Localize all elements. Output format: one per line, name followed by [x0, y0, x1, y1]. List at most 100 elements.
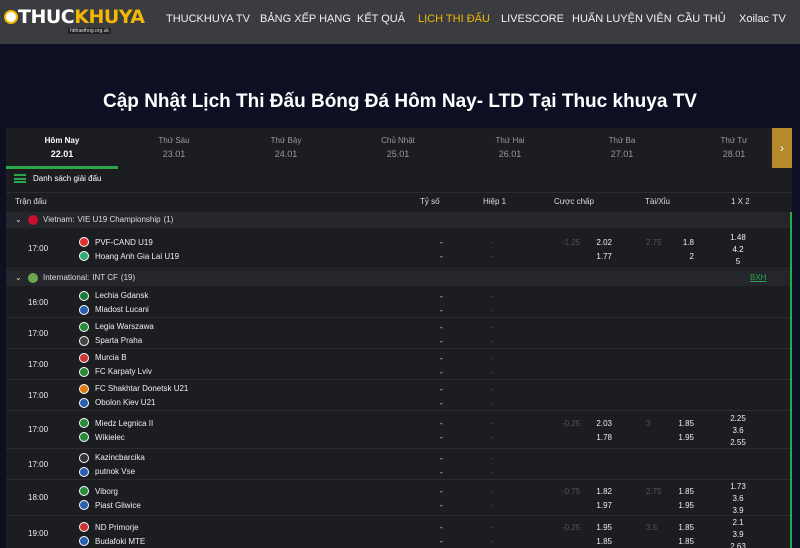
over-odds[interactable]: 1.85 [678, 419, 694, 428]
odds-x1[interactable]: 1.73 [728, 482, 748, 491]
home-team[interactable]: Viborg [79, 486, 118, 496]
handicap-odds-away[interactable]: 1.97 [596, 501, 612, 510]
over-odds[interactable]: 1.85 [678, 487, 694, 496]
day-tab-saturday[interactable]: Thứ Bảy 24.01 [230, 128, 342, 168]
match-row[interactable]: 16:00 Lechia Gdansk - - Mladost Lucani - - [6, 287, 792, 318]
team-name: Legia Warszawa [95, 322, 154, 331]
home-team[interactable]: Murcia B [79, 352, 127, 363]
match-row[interactable]: 17:00 PVF-CAND U19 - - Hoang Anh Gia Lai U19… [6, 229, 792, 269]
away-team[interactable]: Hoang Anh Gia Lai U19 [79, 251, 179, 261]
site-logo[interactable]: THUCKHUYA hbhaethog.org.uk [4, 6, 145, 38]
team-logo-icon [79, 486, 89, 496]
match-row[interactable]: 19:00 ND Primorje - - Budafoki MTE - - -0.25 1.9… [6, 516, 792, 548]
home-team[interactable]: PVF-CAND U19 [79, 237, 153, 247]
odds-xx[interactable]: 3.6 [728, 426, 748, 435]
handicap-odds-away[interactable]: 1.85 [596, 537, 612, 546]
home-team[interactable]: Kazincbarcika [79, 452, 145, 463]
match-row[interactable]: 17:00 Miedz Legnica II - - Wikielec - - -0.25 2.… [6, 411, 792, 449]
away-team[interactable]: Mladost Lucani [79, 304, 149, 315]
odds-xx[interactable]: 3.6 [728, 494, 748, 503]
team-logo-icon [79, 432, 89, 442]
odds-x2[interactable]: 3.9 [728, 506, 748, 515]
odds-xx[interactable]: 3.9 [728, 530, 748, 539]
match-time: 18:00 [28, 493, 49, 502]
match-time: 17:00 [28, 328, 49, 338]
odds-x1[interactable]: 2.1 [728, 518, 748, 527]
overunder-line: 3.5 [646, 523, 658, 532]
handicap-odds-home[interactable]: 1.82 [596, 487, 612, 496]
away-team[interactable]: Wikielec [79, 432, 125, 442]
over-odds[interactable]: 1.85 [678, 523, 694, 532]
nav-link-standings[interactable]: BẢNG XẾP HẠNG [260, 13, 351, 25]
under-odds[interactable]: 2 [690, 252, 694, 261]
overunder-line: 2.75 [646, 487, 662, 496]
nav-link-xoilac-tv[interactable]: Xoilac TV [739, 13, 786, 25]
team-logo-icon [79, 304, 89, 315]
home-team[interactable]: Legia Warszawa [79, 321, 154, 332]
away-team[interactable]: Budafoki MTE [79, 536, 145, 546]
day-tab-date: 26.01 [498, 149, 522, 159]
nav-link-results[interactable]: KẾT QUẢ [357, 13, 405, 25]
match-row[interactable]: 17:00 Legia Warszawa - - Sparta Praha - - [6, 318, 792, 349]
nav-link-coaches[interactable]: HUẤN LUYỆN VIÊN [572, 13, 672, 25]
day-tab-friday[interactable]: Thứ Sáu 23.01 [118, 128, 230, 168]
team-name: Kazincbarcika [95, 453, 145, 462]
odds-x2[interactable]: 2.55 [728, 438, 748, 447]
league-label[interactable]: Vietnam: VIE U19 Championship (1) [43, 215, 173, 224]
handicap-odds-away[interactable]: 1.77 [596, 252, 612, 261]
nav-link-schedule[interactable]: LỊCH THI ĐẤU [418, 13, 490, 25]
away-team[interactable]: Piast Gliwice [79, 500, 141, 510]
under-odds[interactable]: 1.95 [678, 433, 694, 442]
day-tab-sunday[interactable]: Chủ Nhật 25.01 [342, 128, 454, 168]
day-tab-today[interactable]: Hôm Nay 22.01 [6, 128, 118, 169]
home-team[interactable]: Miedz Legnica II [79, 418, 153, 428]
half1-value: - [491, 467, 494, 477]
odds-x2[interactable]: 2.63 [728, 542, 748, 548]
home-team[interactable]: FC Shakhtar Donetsk U21 [79, 383, 188, 394]
over-odds[interactable]: 1.8 [683, 238, 694, 247]
half1-value: - [491, 433, 494, 442]
next-days-button[interactable]: › [772, 128, 792, 168]
score-value: - [440, 487, 443, 496]
day-tab-date: 25.01 [386, 149, 410, 159]
handicap-odds-away[interactable]: 1.78 [596, 433, 612, 442]
day-tab-monday[interactable]: Thứ Hai 26.01 [454, 128, 566, 168]
away-team[interactable]: Obolon Kiev U21 [79, 397, 155, 408]
handicap-odds-home[interactable]: 2.02 [596, 238, 612, 247]
league-header-row[interactable]: ⌄ Vietnam: VIE U19 Championship (1) [6, 212, 792, 228]
league-label[interactable]: International: INT CF (19) [43, 273, 135, 282]
match-row[interactable]: 18:00 Viborg - - Piast Gliwice - - -0.75 1.82 1.9… [6, 480, 792, 516]
odds-x2[interactable]: 5 [728, 257, 748, 266]
under-odds[interactable]: 1.95 [678, 501, 694, 510]
nav-link-players[interactable]: CẦU THỦ [677, 13, 726, 25]
league-header-row[interactable]: ⌄ International: INT CF (19) BXH [6, 270, 792, 286]
nav-link-thuckhuya-tv[interactable]: THUCKHUYA TV [166, 13, 250, 25]
odds-x1[interactable]: 2.25 [728, 414, 748, 423]
match-row[interactable]: 17:00 Murcia B - - FC Karpaty Lviv - - [6, 349, 792, 380]
match-row[interactable]: 17:00 FC Shakhtar Donetsk U21 - - Obolon Kie… [6, 380, 792, 411]
chevron-down-icon[interactable]: ⌄ [15, 273, 22, 282]
team-name: Mladost Lucani [95, 305, 149, 314]
home-team[interactable]: ND Primorje [79, 522, 139, 532]
team-logo-icon [79, 522, 89, 532]
handicap-odds-home[interactable]: 2.03 [596, 419, 612, 428]
away-team[interactable]: putnok Vse [79, 466, 135, 477]
under-odds[interactable]: 1.85 [678, 537, 694, 546]
odds-xx[interactable]: 4.2 [728, 245, 748, 254]
team-name: Lechia Gdansk [95, 291, 149, 300]
chevron-down-icon[interactable]: ⌄ [15, 215, 22, 224]
half1-value: - [491, 291, 494, 301]
standings-link[interactable]: BXH [750, 273, 766, 282]
odds-x1[interactable]: 1.48 [728, 233, 748, 242]
league-list-toggle[interactable]: Danh sách giải đấu [14, 174, 102, 183]
day-tab-tuesday[interactable]: Thứ Ba 27.01 [566, 128, 678, 168]
scroll-indicator[interactable] [790, 212, 792, 548]
team-name: Sparta Praha [95, 336, 143, 345]
nav-link-livescore[interactable]: LIVESCORE [501, 13, 564, 25]
away-team[interactable]: FC Karpaty Lviv [79, 366, 152, 377]
league-country: International: [43, 273, 90, 282]
away-team[interactable]: Sparta Praha [79, 335, 143, 346]
match-row[interactable]: 17:00 Kazincbarcika - - putnok Vse - - [6, 449, 792, 480]
handicap-odds-home[interactable]: 1.95 [596, 523, 612, 532]
home-team[interactable]: Lechia Gdansk [79, 290, 149, 301]
